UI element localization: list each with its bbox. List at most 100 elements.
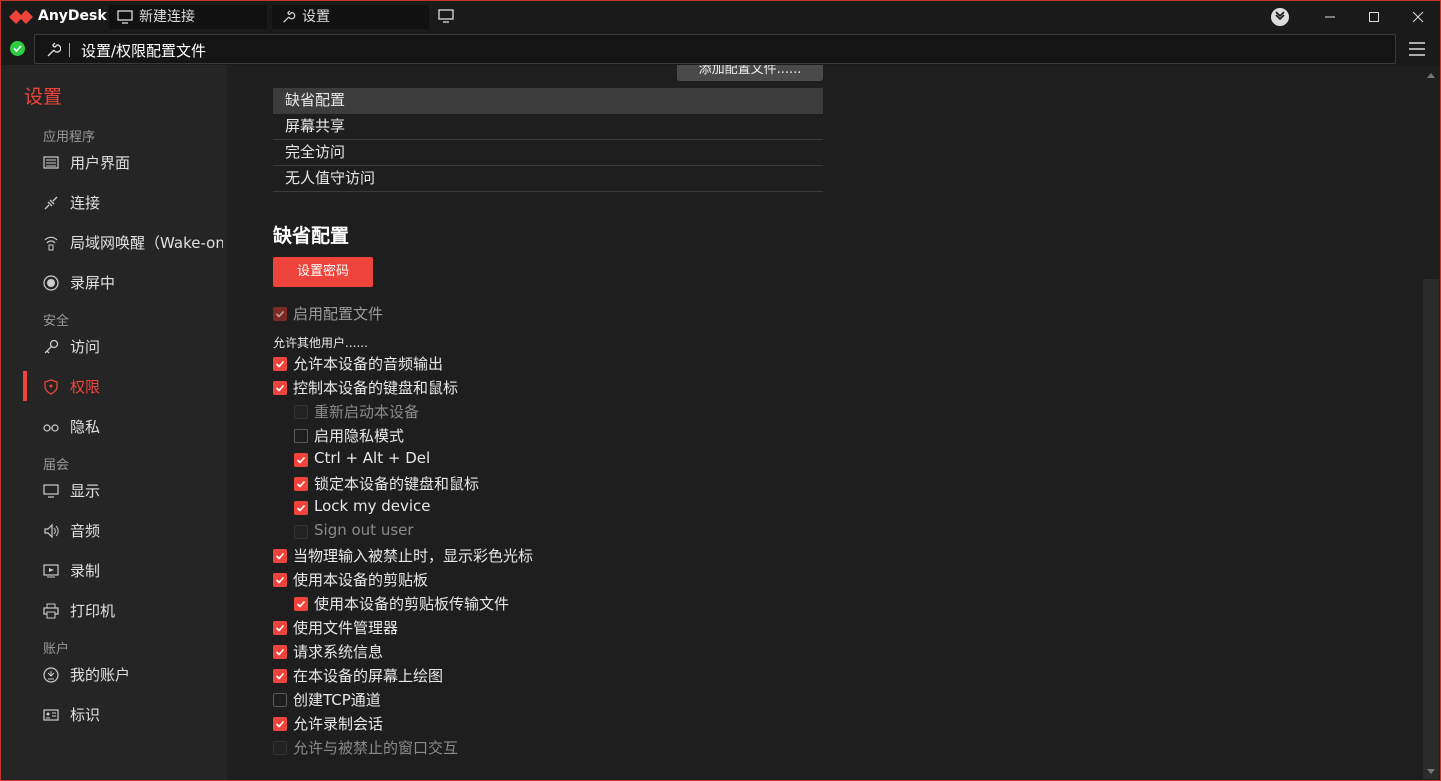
sidebar-item-identity[interactable]: 标识: [43, 703, 223, 727]
profile-item-full-access[interactable]: 完全访问: [273, 140, 823, 166]
profile-list: 缺省配置 屏幕共享 完全访问 无人值守访问: [273, 88, 823, 192]
sidebar-item-privacy[interactable]: 隐私: [43, 415, 223, 439]
id-card-icon: [43, 709, 59, 721]
download-button[interactable]: [1265, 5, 1295, 29]
key-icon: [44, 339, 59, 354]
tab-label: 新建连接: [139, 9, 195, 25]
settings-sidebar: 设置 应用程序 用户界面 连接 局域网唤醒（Wake-on-LAN） 录屏中 安…: [1, 65, 227, 780]
checkbox-box: [273, 741, 287, 755]
account-icon: [43, 667, 59, 683]
sidebar-item-label: 显示: [70, 482, 101, 500]
tab-settings[interactable]: 设置: [272, 5, 429, 29]
app-name: AnyDesk: [38, 8, 107, 24]
checkbox-box: [273, 645, 287, 659]
sidebar-item-my-account[interactable]: 我的账户: [43, 663, 223, 687]
new-tab-icon[interactable]: [438, 9, 454, 23]
sidebar-item-label: 权限: [70, 378, 101, 396]
profile-item-default[interactable]: 缺省配置: [273, 88, 823, 114]
sidebar-item-ui[interactable]: 用户界面: [43, 151, 223, 175]
checkbox-label: 控制本设备的键盘和鼠标: [293, 379, 459, 397]
checkbox-box: [294, 477, 308, 491]
checkbox-label: 启用隐私模式: [314, 427, 405, 445]
close-button[interactable]: [1403, 5, 1433, 29]
checkbox-label: 使用文件管理器: [293, 619, 399, 637]
checkbox-label: 在本设备的屏幕上绘图: [293, 667, 444, 685]
scrollbar[interactable]: [1422, 65, 1440, 780]
checkbox-box: [294, 525, 308, 539]
display-icon: [43, 484, 59, 498]
sidebar-item-label: 音频: [70, 522, 101, 540]
checkbox-box: [273, 549, 287, 563]
checkbox-box: [273, 381, 287, 395]
sidebar-item-label: 录屏中: [70, 274, 116, 292]
checkbox-label: Sign out user: [314, 521, 414, 539]
sidebar-item-label: 隐私: [70, 418, 101, 436]
close-icon: [1412, 11, 1424, 23]
sidebar-item-recording[interactable]: 录屏中: [43, 271, 223, 295]
checkbox-label: 请求系统信息: [293, 643, 384, 661]
sidebar-item-wake-on-lan[interactable]: 局域网唤醒（Wake-on-LAN）: [43, 231, 223, 255]
speaker-icon: [44, 523, 59, 539]
address-input[interactable]: 设置/权限配置文件: [34, 34, 1396, 64]
section-applications: 应用程序: [43, 130, 96, 145]
active-indicator: [23, 371, 27, 401]
sidebar-item-label: 访问: [70, 338, 101, 356]
checkbox-box: [273, 307, 287, 321]
sidebar-item-connection[interactable]: 连接: [43, 191, 223, 215]
wake-icon: [44, 236, 58, 251]
sidebar-item-access[interactable]: 访问: [43, 335, 223, 359]
checkbox-box: [273, 357, 287, 371]
wrench-icon: [47, 42, 61, 57]
sidebar-item-permissions[interactable]: 权限: [43, 375, 223, 399]
add-profile-button[interactable]: 添加配置文件......: [677, 65, 823, 81]
checkbox-box: [273, 621, 287, 635]
sidebar-item-audio[interactable]: 音频: [43, 519, 223, 543]
scrollbar-thumb[interactable]: [1423, 279, 1439, 779]
section-account: 账户: [43, 642, 70, 657]
maximize-button[interactable]: [1359, 5, 1389, 29]
profile-heading: 缺省配置: [273, 225, 350, 247]
anydesk-logo-icon: [9, 10, 33, 24]
profile-item-unattended[interactable]: 无人值守访问: [273, 166, 823, 192]
checkbox-label: Lock my device: [314, 497, 431, 515]
sidebar-item-label: 我的账户: [70, 666, 131, 684]
checkbox-box: [273, 573, 287, 587]
checkbox-label: 允许与被禁止的窗口交互: [293, 739, 459, 757]
sidebar-item-label: 用户界面: [70, 154, 131, 172]
title-bar: AnyDesk 新建连接 设置: [1, 1, 1440, 33]
shield-icon: [44, 379, 58, 395]
checkbox-label: 允许录制会话: [293, 715, 384, 733]
set-password-button[interactable]: 设置密码: [273, 257, 373, 287]
sidebar-item-record[interactable]: 录制: [43, 559, 223, 583]
maximize-icon: [1369, 12, 1379, 22]
allow-others-label: 允许其他用户......: [273, 336, 368, 350]
sidebar-item-printer[interactable]: 打印机: [43, 599, 223, 623]
sidebar-title: 设置: [24, 86, 63, 108]
connection-icon: [44, 196, 58, 210]
wrench-icon: [283, 10, 296, 23]
status-ok-icon: [10, 41, 25, 56]
tab-new-connection[interactable]: 新建连接: [109, 5, 267, 29]
tab-label: 设置: [302, 9, 330, 25]
divider: [69, 43, 70, 57]
hamburger-menu-icon[interactable]: [1409, 42, 1425, 56]
checkbox-label: 使用本设备的剪贴板: [293, 571, 429, 589]
sidebar-item-label: 录制: [70, 562, 101, 580]
checkbox-label: 使用本设备的剪贴板传输文件: [314, 595, 510, 613]
sidebar-item-display[interactable]: 显示: [43, 479, 223, 503]
profile-item-screen-share[interactable]: 屏幕共享: [273, 114, 823, 140]
minimize-button[interactable]: [1315, 5, 1345, 29]
monitor-icon: [117, 10, 133, 24]
scroll-down-icon[interactable]: [1426, 768, 1436, 776]
checkbox-box: [294, 501, 308, 515]
checkbox-label: 允许本设备的音频输出: [293, 355, 444, 373]
checkbox-label: 启用配置文件: [293, 305, 384, 323]
checkbox-box: [273, 717, 287, 731]
scroll-up-icon[interactable]: [1426, 71, 1436, 79]
anydesk-window: AnyDesk 新建连接 设置 设置/权限配置文件 设置 应用程序 用户界面 连…: [0, 0, 1441, 781]
glasses-icon: [43, 424, 59, 432]
checkbox-box: [273, 693, 287, 707]
checkbox-label: 创建TCP通道: [293, 691, 381, 709]
checkbox-box: [294, 597, 308, 611]
section-session: 届会: [43, 458, 70, 473]
